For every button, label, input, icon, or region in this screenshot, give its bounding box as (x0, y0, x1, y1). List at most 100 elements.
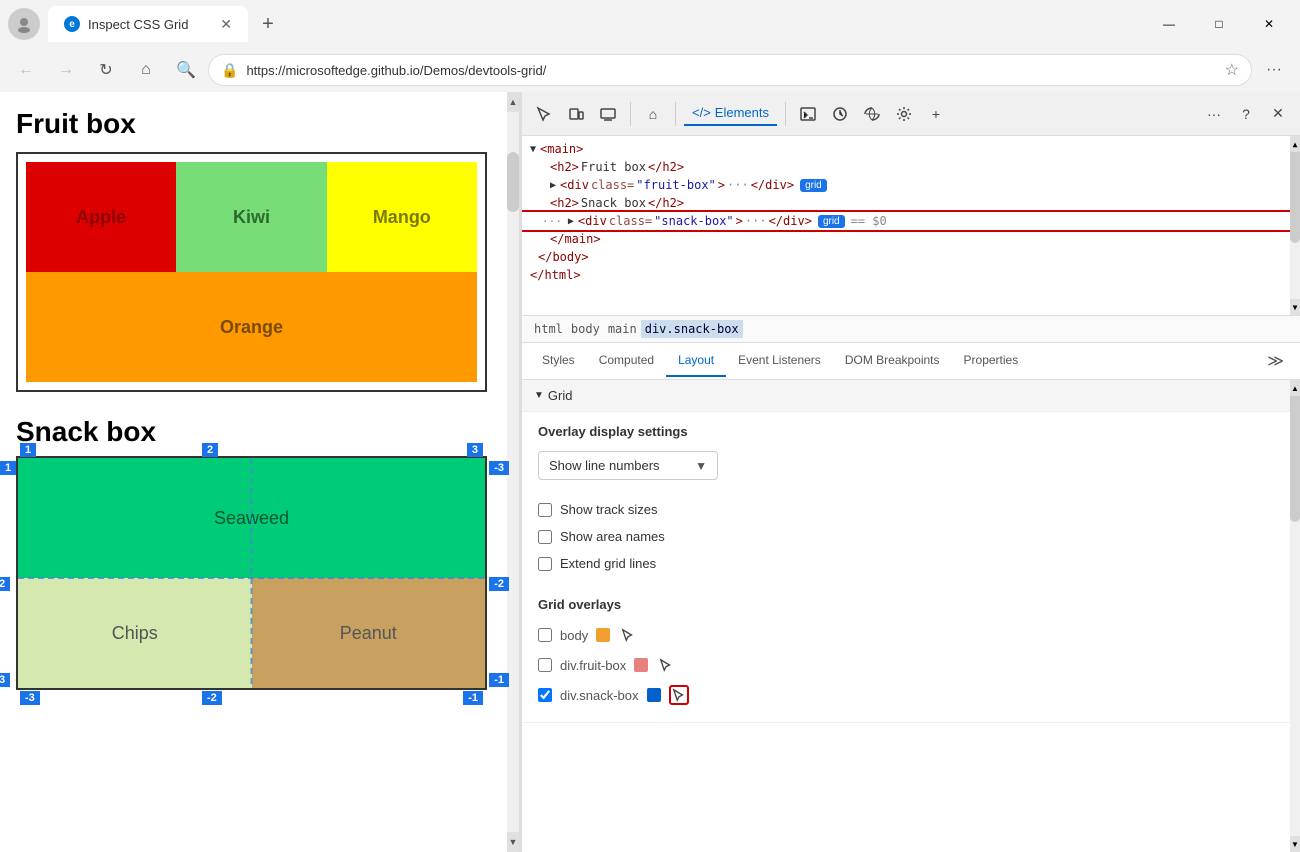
tree-line-snack-div[interactable]: ··· ▶ <div class= "snack-box" > ··· </di… (522, 212, 1300, 230)
snack-box-title: Snack box (16, 416, 487, 448)
elements-tab[interactable]: </> Elements (684, 101, 777, 126)
body-close-tag: </body> (538, 250, 589, 264)
scrollbar-thumb[interactable] (507, 152, 519, 212)
screen-cast-button[interactable] (594, 100, 622, 128)
layout-scrollbar[interactable] (1290, 380, 1300, 852)
home-devtools-button[interactable]: ⌂ (639, 100, 667, 128)
inspect-element-button[interactable] (530, 100, 558, 128)
address-bar[interactable]: 🔒 https://microsoftedge.github.io/Demos/… (208, 54, 1252, 86)
orange-cell: Orange (26, 272, 477, 382)
tree-scroll-down[interactable]: ▼ (1290, 299, 1300, 315)
extend-grid-lines-checkbox[interactable] (538, 557, 552, 571)
tree-scrollbar-thumb[interactable] (1290, 136, 1300, 243)
tree-line-main-close[interactable]: </main> (522, 230, 1300, 248)
extend-grid-lines-label[interactable]: Extend grid lines (560, 556, 656, 571)
snack-div-tag: <div (578, 214, 607, 228)
bookmark-icon[interactable]: ☆ (1225, 60, 1239, 80)
line-numbers-dropdown[interactable]: Show line numbers ▼ (538, 451, 718, 480)
fruit-div-tag: <div (560, 178, 589, 192)
grid-section-header[interactable]: ▼ Grid (522, 380, 1300, 412)
more-button-devtools[interactable]: ··· (1200, 100, 1228, 128)
snack-section: Snack box 1 2 3 1 2 (16, 416, 503, 690)
address-url[interactable]: https://microsoftedge.github.io/Demos/de… (246, 63, 1216, 78)
h2-fruit-tag: <h2> (550, 160, 579, 174)
triangle-icon[interactable]: ▼ (530, 144, 536, 155)
show-track-sizes-label[interactable]: Show track sizes (560, 502, 658, 517)
tree-line-h2-fruit[interactable]: <h2> Fruit box </h2> (522, 158, 1300, 176)
devtools-panel-tabs: Styles Computed Layout Event Listeners D… (522, 343, 1300, 380)
tree-line-h2-snack[interactable]: <h2> Snack box </h2> (522, 194, 1300, 212)
breadcrumb-body[interactable]: body (567, 320, 604, 338)
show-area-names-label[interactable]: Show area names (560, 529, 665, 544)
more-button[interactable]: ··· (1256, 52, 1292, 88)
snack-triangle-icon[interactable]: ▶ (568, 216, 574, 227)
snack-div-mid: > (736, 214, 743, 228)
new-tab-button[interactable]: + (252, 8, 284, 40)
overlay-body-checkbox[interactable] (538, 628, 552, 642)
console-button[interactable] (794, 100, 822, 128)
device-emulation-button[interactable] (562, 100, 590, 128)
h2-snack-close: </h2> (648, 196, 684, 210)
tree-scrollbar[interactable] (1290, 136, 1300, 315)
close-button[interactable]: ✕ (1246, 8, 1292, 40)
overlay-snack-swatch[interactable] (647, 688, 661, 702)
layout-scrollbar-thumb[interactable] (1290, 381, 1300, 523)
overlay-fruit-highlight-button[interactable] (656, 655, 676, 675)
overlay-snack-checkbox[interactable] (538, 688, 552, 702)
minimize-button[interactable]: — (1146, 8, 1192, 40)
overlay-fruit-checkbox[interactable] (538, 658, 552, 672)
fruit-grid-badge[interactable]: grid (800, 179, 827, 192)
back-button[interactable]: ← (8, 52, 44, 88)
main-close-tag: </main> (550, 232, 601, 246)
show-area-names-checkbox[interactable] (538, 530, 552, 544)
search-button[interactable]: 🔍 (168, 52, 204, 88)
settings-button[interactable] (890, 100, 918, 128)
tab-computed[interactable]: Computed (587, 345, 666, 377)
tab-dom-breakpoints[interactable]: DOM Breakpoints (833, 345, 952, 377)
performance-button[interactable] (826, 100, 854, 128)
forward-button[interactable]: → (48, 52, 84, 88)
fruit-triangle-icon[interactable]: ▶ (550, 180, 556, 191)
network-button[interactable] (858, 100, 886, 128)
overlay-body-swatch[interactable] (596, 628, 610, 642)
more-tools-button[interactable]: + (922, 100, 950, 128)
home-button[interactable]: ⌂ (128, 52, 164, 88)
breadcrumb-html[interactable]: html (530, 320, 567, 338)
layout-scroll-up[interactable]: ▲ (1290, 380, 1300, 396)
grid-num-neg3-right: -3 (489, 458, 509, 476)
overlay-snack-row: div.snack-box (538, 680, 1284, 710)
grid-num-neg3-bottom: -3 (20, 688, 40, 706)
scroll-up-button[interactable]: ▲ (507, 92, 519, 112)
overlay-fruit-name: div.fruit-box (560, 658, 626, 673)
overlay-fruit-swatch[interactable] (634, 658, 648, 672)
tab-close-button[interactable]: ✕ (220, 16, 232, 33)
profile-icon[interactable] (8, 8, 40, 40)
scroll-down-button[interactable]: ▼ (507, 832, 519, 852)
kiwi-cell: Kiwi (176, 162, 326, 272)
tree-line-main[interactable]: ▼ <main> (522, 140, 1300, 158)
breadcrumb-snackbox[interactable]: div.snack-box (641, 320, 743, 338)
devtools-panel: ⌂ </> Elements + ··· ? ✕ (520, 92, 1300, 852)
show-track-sizes-checkbox[interactable] (538, 503, 552, 517)
tree-line-body-close[interactable]: </body> (522, 248, 1300, 266)
tree-line-fruit-div[interactable]: ▶ <div class= "fruit-box" > ··· </div> g… (522, 176, 1300, 194)
tree-scroll-up[interactable]: ▲ (1290, 136, 1300, 152)
tab-properties[interactable]: Properties (952, 345, 1031, 377)
snack-grid-badge[interactable]: grid (818, 215, 845, 228)
tree-line-html-close[interactable]: </html> (522, 266, 1300, 284)
snack-grid: Seaweed Chips Peanut (18, 458, 485, 688)
tab-layout[interactable]: Layout (666, 345, 726, 377)
help-button[interactable]: ? (1232, 100, 1260, 128)
refresh-button[interactable]: ↻ (88, 52, 124, 88)
tab-more[interactable]: ≫ (1259, 343, 1292, 379)
tab-event-listeners[interactable]: Event Listeners (726, 345, 833, 377)
browser-tab[interactable]: e Inspect CSS Grid ✕ (48, 6, 248, 42)
layout-scroll-down[interactable]: ▼ (1290, 836, 1300, 852)
overlay-body-highlight-button[interactable] (618, 625, 638, 645)
fruit-div-mid: > (718, 178, 725, 192)
breadcrumb-main[interactable]: main (604, 320, 641, 338)
overlay-snack-highlight-button[interactable] (669, 685, 689, 705)
tab-styles[interactable]: Styles (530, 345, 587, 377)
maximize-button[interactable]: □ (1196, 8, 1242, 40)
devtools-close-button[interactable]: ✕ (1264, 100, 1292, 128)
